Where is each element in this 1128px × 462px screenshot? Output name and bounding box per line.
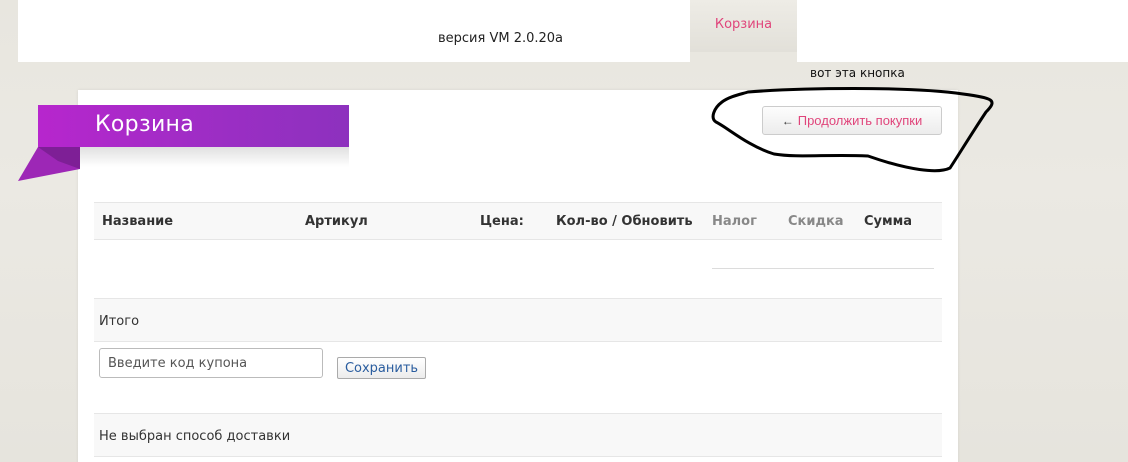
version-label: версия VM 2.0.20a <box>438 31 564 46</box>
coupon-input[interactable] <box>99 348 323 378</box>
column-header-total: Сумма <box>864 214 913 229</box>
continue-shopping-label: Продолжить покупки <box>797 113 923 128</box>
column-header-name: Название <box>102 214 174 229</box>
shipping-row: Не выбран способ доставки <box>94 413 942 457</box>
annotation-note: вот эта кнопка <box>810 66 905 80</box>
header-right-panel <box>797 0 1128 62</box>
save-coupon-button[interactable]: Сохранить <box>337 357 426 379</box>
ribbon-shadow <box>80 147 349 167</box>
shipping-label: Не выбран способ доставки <box>99 429 291 444</box>
divider <box>712 268 934 269</box>
column-header-sku: Артикул <box>305 214 368 229</box>
column-header-tax: Налог <box>712 214 757 229</box>
column-header-quantity: Кол-во / Обновить <box>556 214 693 229</box>
total-label: Итого <box>99 314 140 329</box>
ribbon-tail <box>18 147 80 181</box>
header-left-panel <box>18 0 690 62</box>
arrow-left-icon: ← <box>781 113 794 128</box>
continue-shopping-button[interactable]: ← Продолжить покупки <box>762 106 942 135</box>
cart-total-row: Итого <box>94 298 942 342</box>
tab-cart[interactable]: Корзина <box>690 0 797 52</box>
cart-table-header: Название Артикул Цена: Кол-во / Обновить… <box>94 202 942 240</box>
column-header-discount: Скидка <box>788 214 844 229</box>
page-title: Корзина <box>95 112 195 137</box>
column-header-price: Цена: <box>480 214 524 229</box>
tab-cart-label: Корзина <box>714 16 773 32</box>
